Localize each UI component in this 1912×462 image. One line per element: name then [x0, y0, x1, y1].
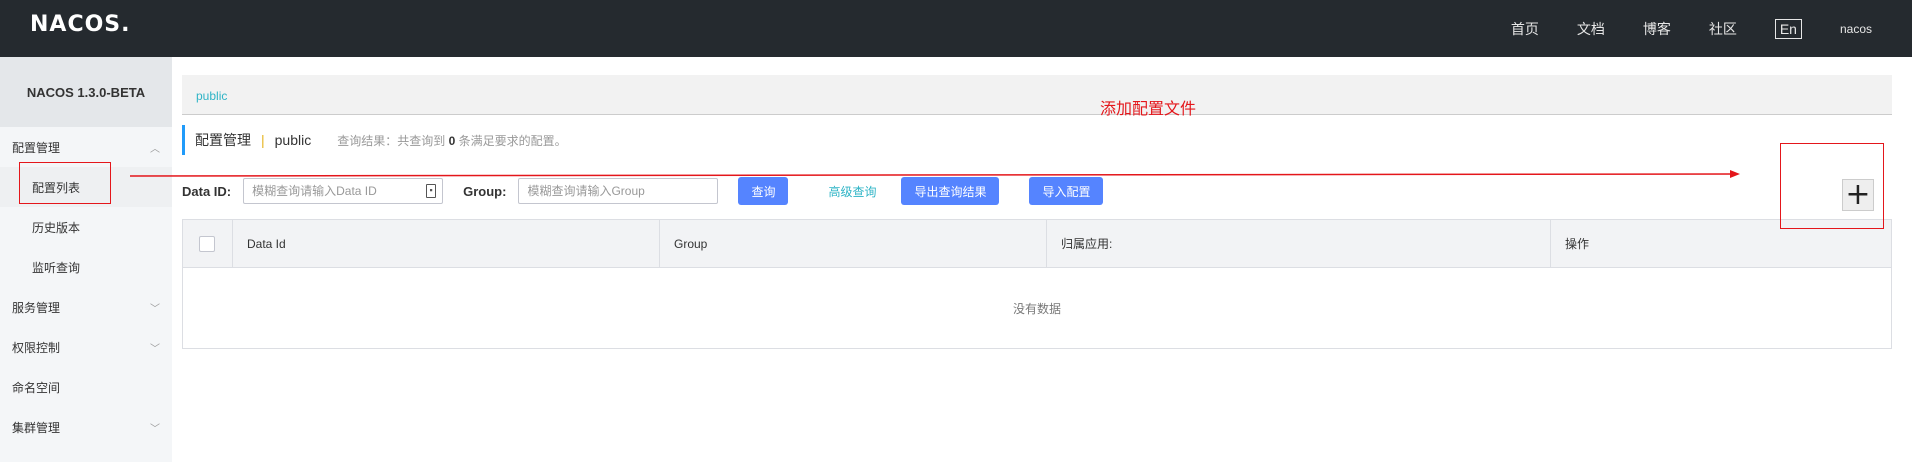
- annotation-arrow: [129, 170, 1740, 178]
